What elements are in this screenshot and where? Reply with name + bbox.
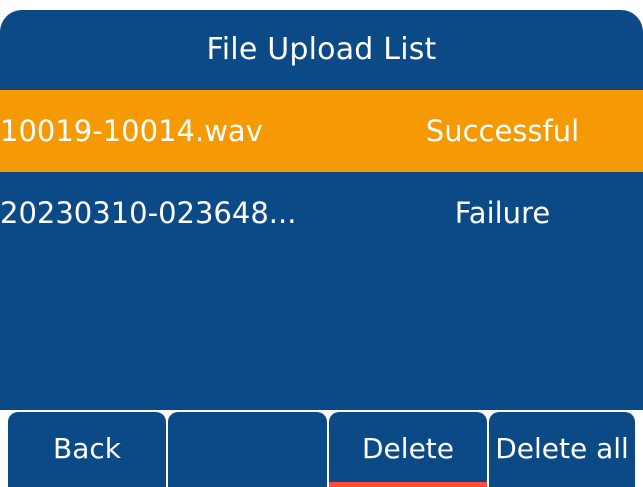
delete-all-softkey[interactable]: Delete all (489, 412, 635, 487)
empty-softkey[interactable] (168, 412, 327, 487)
page-title: File Upload List (206, 32, 437, 67)
upload-status: Successful (425, 114, 580, 148)
back-softkey[interactable]: Back (8, 412, 166, 487)
phone-screen: File Upload List 10019-10014.wav Success… (0, 0, 643, 487)
file-upload-row-1[interactable]: 10019-10014.wav Successful (0, 90, 643, 172)
file-upload-panel: File Upload List 10019-10014.wav Success… (0, 10, 643, 410)
upload-status: Failure (454, 196, 551, 230)
file-name: 20230310-023648... (0, 196, 297, 230)
softkey-bar: Back Delete Delete all (0, 410, 643, 487)
delete-softkey[interactable]: Delete (329, 412, 487, 487)
file-name: 10019-10014.wav (0, 114, 263, 148)
file-upload-row-2[interactable]: 20230310-023648... Failure (0, 172, 643, 254)
